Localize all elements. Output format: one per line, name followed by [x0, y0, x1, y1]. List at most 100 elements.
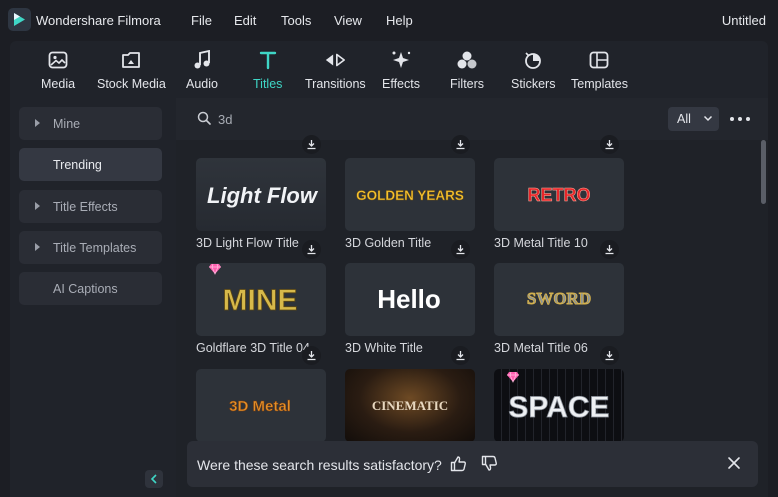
card-title: 3D Metal Title 10: [494, 236, 588, 250]
filmora-logo-icon: [8, 8, 31, 31]
filters-icon: [456, 49, 478, 71]
thumb-text: Light Flow: [207, 183, 319, 208]
title-thumbnail: RETRO: [494, 158, 624, 231]
thumb-text: Hello: [377, 284, 441, 314]
download-icon[interactable]: [302, 346, 321, 365]
thumb-text: SPACE: [508, 391, 609, 424]
download-icon[interactable]: [451, 135, 470, 154]
app-name: Wondershare Filmora: [36, 13, 161, 28]
feedback-question: Were these search results satisfactory?: [197, 457, 442, 473]
download-icon[interactable]: [451, 346, 470, 365]
tab-label: Effects: [382, 77, 420, 91]
sidebar-item-trending[interactable]: Trending: [19, 148, 162, 181]
title-thumbnail: 3D Metal: [196, 369, 326, 442]
music-note-icon: [191, 49, 213, 71]
card-title: Goldflare 3D Title 04: [196, 341, 310, 355]
document-title: Untitled: [721, 13, 766, 28]
download-icon[interactable]: [302, 240, 321, 259]
thumb-text: GOLDEN YEARS: [356, 188, 464, 203]
title-thumbnail: GOLDEN YEARS: [345, 158, 475, 231]
tab-label: Stickers: [511, 77, 556, 91]
tab-media[interactable]: Media: [41, 49, 75, 95]
tab-transitions[interactable]: Transitions: [305, 49, 366, 95]
tab-audio[interactable]: Audio: [186, 49, 218, 95]
menu-help[interactable]: Help: [386, 13, 413, 28]
thumb-text: RETRO: [528, 185, 591, 205]
title-thumbnail: Hello: [345, 263, 475, 336]
search-icon: [197, 111, 211, 125]
tab-stickers[interactable]: Stickers: [511, 49, 555, 95]
menu-view[interactable]: View: [334, 13, 362, 28]
caret-right-icon: [35, 119, 40, 127]
thumbs-down-icon[interactable]: [481, 455, 498, 472]
sidebar-item-label: Trending: [53, 158, 102, 172]
sidebar-item-title-effects[interactable]: Title Effects: [19, 190, 162, 223]
tab-label: Audio: [186, 77, 218, 91]
menu-bar: Wondershare Filmora File Edit Tools View…: [0, 0, 778, 41]
tab-label: Transitions: [305, 77, 366, 91]
filter-value: All: [677, 112, 691, 126]
tab-stock-media[interactable]: Stock Media: [97, 49, 166, 95]
media-icon: [47, 49, 69, 71]
title-thumbnail: SWORD: [494, 263, 624, 336]
thumbs-up-icon[interactable]: [450, 455, 467, 472]
premium-gem-icon: [507, 371, 519, 383]
tab-templates[interactable]: Templates: [571, 49, 628, 95]
sidebar-item-label: AI Captions: [53, 282, 118, 296]
download-icon[interactable]: [600, 135, 619, 154]
search-bar: All: [176, 98, 768, 140]
sidebar-item-label: Mine: [53, 117, 81, 131]
title-thumbnail: CINEMATIC: [345, 369, 475, 442]
card-title: 3D Golden Title: [345, 236, 432, 250]
tab-label: Titles: [253, 77, 283, 91]
caret-right-icon: [35, 202, 40, 210]
menu-file[interactable]: File: [191, 13, 212, 28]
tab-label: Stock Media: [97, 77, 166, 91]
download-icon[interactable]: [451, 240, 470, 259]
filter-dropdown[interactable]: All: [668, 107, 719, 131]
tab-label: Templates: [571, 77, 628, 91]
dot-icon: [746, 117, 750, 121]
stock-media-icon: [120, 49, 142, 71]
search-input[interactable]: [218, 110, 618, 128]
more-options-button[interactable]: [730, 110, 750, 128]
titles-t-icon: [257, 49, 279, 71]
download-icon[interactable]: [302, 135, 321, 154]
sidebar-item-label: Title Effects: [53, 200, 118, 214]
download-icon[interactable]: [600, 346, 619, 365]
collapse-sidebar-button[interactable]: [145, 470, 163, 488]
asset-toolbar: Media Stock Media Audio Titles Transitio…: [10, 41, 768, 98]
titles-results-panel: All Light Flow 3D Light Flow Title: [176, 98, 768, 497]
sidebar-item-ai-captions[interactable]: AI Captions: [19, 272, 162, 305]
templates-icon: [588, 49, 610, 71]
tab-label: Filters: [450, 77, 485, 91]
sidebar-item-mine[interactable]: Mine: [19, 107, 162, 140]
tab-filters[interactable]: Filters: [450, 49, 484, 95]
chevron-left-icon: [150, 474, 157, 484]
stickers-icon: [522, 49, 544, 71]
menu-edit[interactable]: Edit: [234, 13, 256, 28]
thumb-text: MINE: [223, 284, 298, 317]
menu-tools[interactable]: Tools: [281, 13, 311, 28]
chevron-down-icon: [703, 115, 713, 122]
dot-icon: [738, 117, 742, 121]
tab-titles[interactable]: Titles: [253, 49, 282, 95]
tab-effects[interactable]: Effects: [382, 49, 420, 95]
card-title: 3D White Title: [345, 341, 423, 355]
tab-label: Media: [41, 77, 76, 91]
sidebar-item-title-templates[interactable]: Title Templates: [19, 231, 162, 264]
thumb-text: 3D Metal: [229, 398, 291, 415]
download-icon[interactable]: [600, 240, 619, 259]
results-scrollbar[interactable]: [761, 140, 766, 204]
caret-right-icon: [35, 243, 40, 251]
thumb-text: SWORD: [527, 289, 591, 308]
category-sidebar: Mine Trending Title Effects Title Templa…: [10, 98, 176, 497]
search-feedback-bar: Were these search results satisfactory?: [187, 441, 758, 487]
dot-icon: [730, 117, 734, 121]
premium-gem-icon: [209, 263, 221, 275]
close-icon[interactable]: [727, 456, 741, 470]
effects-sparkle-icon: [390, 49, 412, 71]
transitions-icon: [324, 49, 346, 71]
card-title: 3D Light Flow Title: [196, 236, 299, 250]
thumb-text: CINEMATIC: [372, 398, 448, 413]
